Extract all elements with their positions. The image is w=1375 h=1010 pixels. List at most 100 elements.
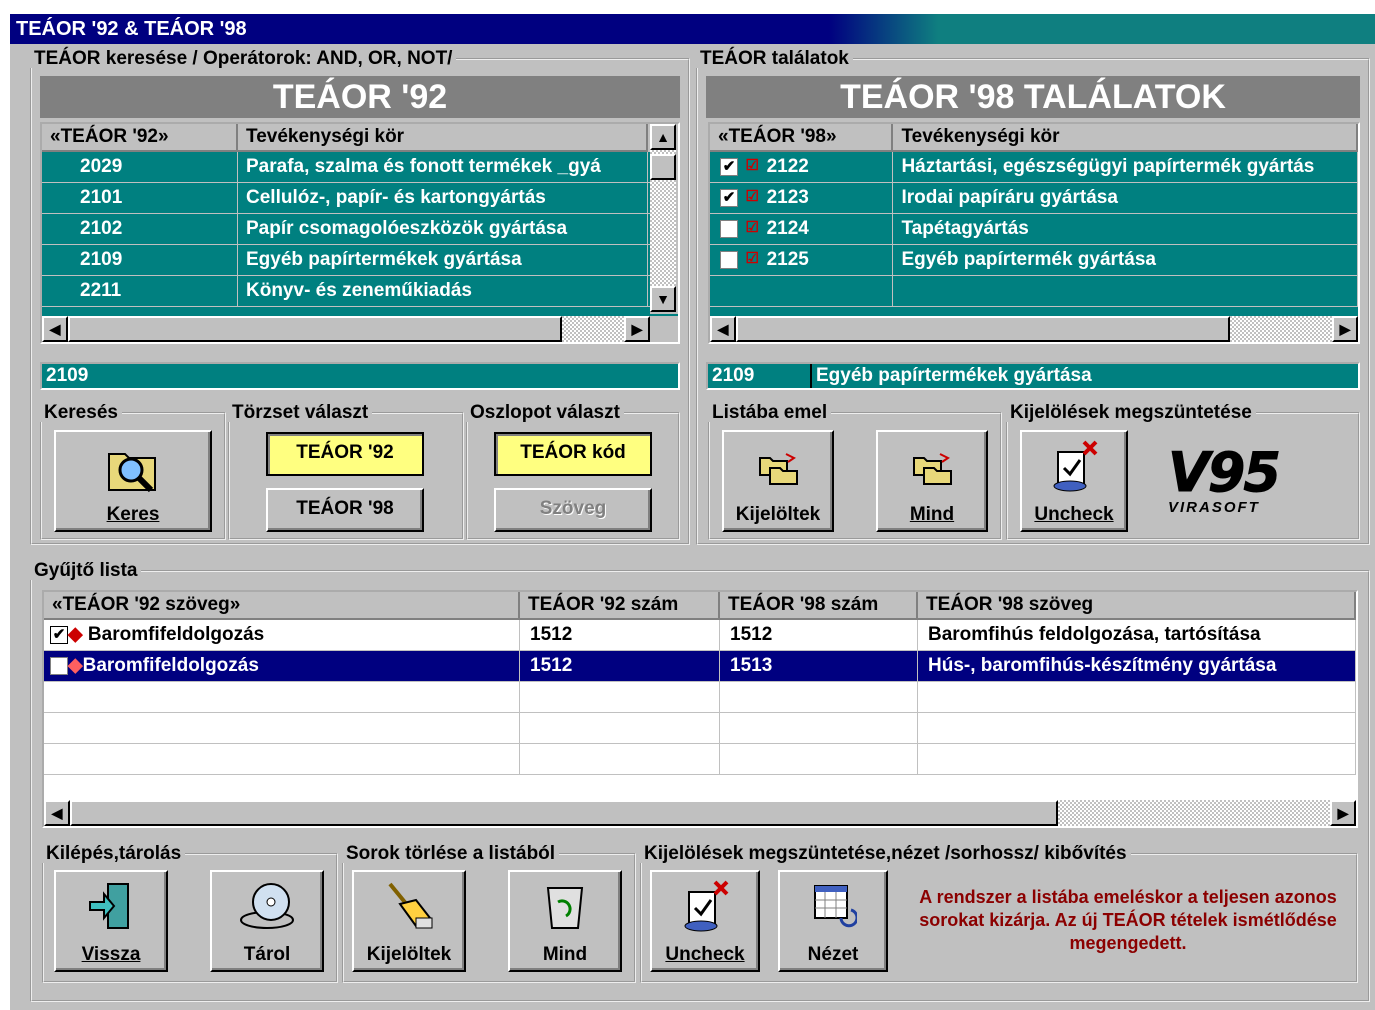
listaba-kijeloltek-button[interactable]: Kijelöltek: [722, 430, 834, 532]
teaor98-option-button[interactable]: TEÁOR '98: [266, 488, 424, 532]
col-tevekenysegi-kor[interactable]: Tevékenységi kör: [238, 124, 648, 152]
list-item[interactable]: ✔ ☑ 2123 Irodai papíráru gyártása: [710, 183, 1358, 214]
list-item[interactable]: 2101 Cellulóz-, papír- és kartongyártás: [42, 183, 678, 214]
col-teaor92-szam[interactable]: TEÁOR '92 szám: [520, 592, 720, 620]
scroll-left-icon[interactable]: ◀: [710, 316, 736, 342]
checkbox[interactable]: ✔: [50, 625, 68, 644]
col-teaor98-szam[interactable]: TEÁOR '98 szám: [720, 592, 918, 620]
search-folder-icon: [108, 453, 156, 493]
collect-hscroll[interactable]: ◀ ▶: [44, 800, 1356, 826]
col-teaor98-szoveg[interactable]: TEÁOR '98 szöveg: [918, 592, 1356, 620]
exit-legend: Kilépés,tárolás: [46, 843, 182, 864]
teaor92-search-input[interactable]: 2109: [40, 362, 680, 390]
delete-legend: Sorok törlése a listából: [346, 843, 556, 864]
scroll-thumb[interactable]: [736, 316, 1230, 342]
teaor98-selected-field[interactable]: 2109 Egyéb papírtermékek gyártása: [706, 362, 1360, 390]
scroll-left-icon[interactable]: ◀: [42, 316, 68, 342]
broom-icon: [388, 882, 433, 929]
scroll-down-icon[interactable]: ▼: [650, 286, 676, 312]
grid-view-icon: [814, 885, 857, 928]
teaor92-option-button[interactable]: TEÁOR '92: [266, 432, 424, 476]
list-item[interactable]: 2109 Egyéb papírtermékek gyártása: [42, 245, 678, 276]
list-item[interactable]: 2102 Papír csomagolóeszközök gyártása: [42, 214, 678, 245]
scroll-thumb[interactable]: [68, 316, 562, 342]
tarol-button[interactable]: Tárol: [210, 870, 324, 972]
title-bar: TEÁOR '92 & TEÁOR '98: [10, 14, 1375, 44]
selected-text: Egyéb papírtermékek gyártása: [816, 365, 1092, 386]
table-row[interactable]: ✔ ◆ Baromfifeldolgozás 1512 1512 Baromfih…: [44, 620, 1356, 651]
clipboard-check-icon: ☑: [745, 249, 759, 267]
collect-grid[interactable]: «TEÁOR '92 szöveg» TEÁOR '92 szám TEÁOR …: [42, 590, 1358, 828]
uncheck-button[interactable]: Uncheck: [1020, 430, 1128, 532]
mind-label: Mind: [909, 504, 955, 525]
nezet-label: Nézet: [807, 944, 859, 965]
teaor98-banner: TEÁOR '98 TALÁLATOK: [706, 76, 1360, 118]
list-item[interactable]: 2211 Könyv- és zeneműkiadás: [42, 276, 678, 307]
col-teaor92[interactable]: «TEÁOR '92»: [42, 124, 238, 152]
scroll-right-icon[interactable]: ▶: [1330, 800, 1356, 826]
scroll-up-icon[interactable]: ▲: [650, 124, 676, 150]
checkbox[interactable]: [720, 250, 738, 269]
table-row: [44, 744, 1356, 775]
table-row: [44, 682, 1356, 713]
kijeloltek-label: Kijelöltek: [735, 504, 821, 525]
uncheck-label: Uncheck: [665, 944, 745, 965]
scroll-right-icon[interactable]: ▶: [1332, 316, 1358, 342]
teaor-kod-option-button[interactable]: TEÁOR kód: [494, 432, 652, 476]
list-item[interactable]: ☑ 2125 Egyéb papírtermék gyártása: [710, 245, 1358, 276]
diamond-icon: ◆: [68, 655, 83, 676]
list-item: [710, 276, 1358, 307]
table-row: [44, 713, 1356, 744]
col-teaor92-szoveg[interactable]: «TEÁOR '92 szöveg»: [44, 592, 520, 620]
clipboard-check-icon: ☑: [745, 218, 759, 236]
teaor98-grid[interactable]: «TEÁOR '98» Tevékenységi kör ✔ ☑ 2122 Ház…: [708, 122, 1360, 344]
checkbox[interactable]: [720, 219, 738, 238]
nezet-button[interactable]: Nézet: [778, 870, 888, 972]
view-legend: Kijelölések megszüntetése,nézet /sorhoss…: [644, 843, 1127, 864]
selected-code: 2109: [708, 364, 812, 388]
list-item[interactable]: 2029 Parafa, szalma és fonott termékek _g…: [42, 152, 678, 183]
uncheck-clipboard-icon: [1053, 440, 1098, 492]
teaor98-hscroll[interactable]: ◀ ▶: [710, 316, 1358, 342]
scroll-left-icon[interactable]: ◀: [44, 800, 70, 826]
keres-label: Keres: [106, 504, 160, 525]
tarol-label: Tárol: [243, 944, 291, 965]
table-row[interactable]: ◆Baromfifeldolgozás 1512 1513 Hús-, baro…: [44, 651, 1356, 682]
save-cd-icon: [240, 883, 294, 929]
scroll-thumb[interactable]: [650, 154, 676, 180]
teaor92-grid[interactable]: «TEÁOR '92» Tevékenységi kör 2029 Parafa,…: [40, 122, 680, 344]
folders-move-icon: [759, 453, 798, 485]
uncheck-list-button[interactable]: Uncheck: [650, 870, 760, 972]
checkbox[interactable]: ✔: [720, 157, 738, 176]
list-item[interactable]: ✔ ☑ 2122 Háztartási, egészségügyi papírte…: [710, 152, 1358, 183]
col-teaor98[interactable]: «TEÁOR '98»: [710, 124, 894, 152]
listaba-mind-button[interactable]: Mind: [876, 430, 988, 532]
vissza-button[interactable]: Vissza: [54, 870, 168, 972]
clipboard-check-icon: ☑: [745, 156, 759, 174]
scroll-thumb[interactable]: [70, 800, 1058, 826]
teaor92-banner: TEÁOR '92: [40, 76, 680, 118]
teaor92-rows: 2029 Parafa, szalma és fonott termékek _g…: [42, 152, 678, 307]
checkbox[interactable]: ✔: [720, 188, 738, 207]
oszlop-legend: Oszlopot választ: [470, 402, 620, 423]
teaor98-grid-header: «TEÁOR '98» Tevékenységi kör: [710, 124, 1358, 152]
teaor-search-legend: TEÁOR keresése / Operátorok: AND, OR, NO…: [34, 48, 453, 69]
list-item[interactable]: ☑ 2124 Tapétagyártás: [710, 214, 1358, 245]
torles-mind-button[interactable]: Mind: [508, 870, 622, 972]
torles-kijeloltek-button[interactable]: Kijelöltek: [352, 870, 466, 972]
mind-label: Mind: [542, 944, 588, 965]
keres-button[interactable]: Keres: [54, 430, 212, 532]
virasoft-logo: V95 VIRASOFT: [1168, 441, 1282, 516]
teaor92-vscroll[interactable]: ▲ ▼: [650, 124, 678, 314]
teaor92-hscroll[interactable]: ◀ ▶: [42, 316, 678, 342]
teaor92-grid-header: «TEÁOR '92» Tevékenységi kör: [42, 124, 678, 152]
search-legend: Keresés: [44, 402, 118, 423]
uncheck-clipboard-icon: [684, 880, 729, 932]
checkbox[interactable]: [50, 656, 68, 675]
folders-move-icon: [913, 453, 952, 485]
collect-grid-header: «TEÁOR '92 szöveg» TEÁOR '92 szám TEÁOR …: [44, 592, 1356, 620]
scroll-right-icon[interactable]: ▶: [624, 316, 650, 342]
col-tevekenysegi-kor[interactable]: Tevékenységi kör: [893, 124, 1358, 152]
kijeloltek-label: Kijelöltek: [366, 944, 452, 965]
szoveg-option-button[interactable]: Szöveg: [494, 488, 652, 532]
